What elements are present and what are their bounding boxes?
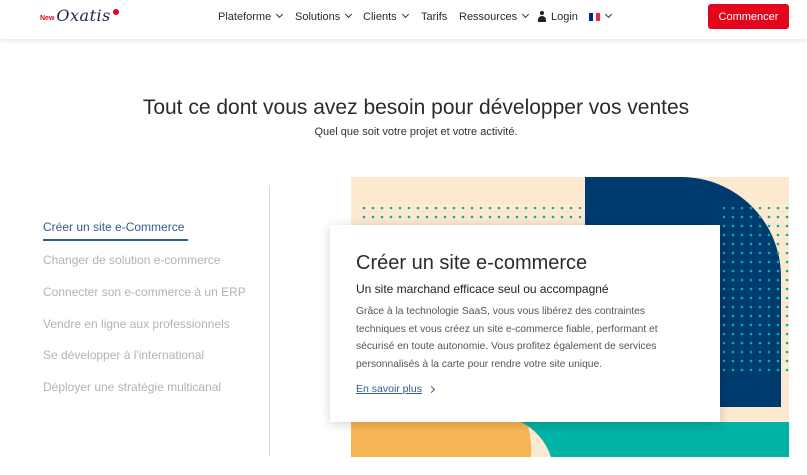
card-title: Créer un site e-commerce — [356, 252, 588, 274]
nav-label: Clients — [363, 10, 397, 23]
top-navbar: New Oxatis Plateforme Solutions Clients … — [0, 0, 807, 39]
menu-item-connecter-erp[interactable]: Connecter son e-commerce à un ERP — [43, 285, 246, 299]
menu-item-label: Déployer une stratégie multicanal — [43, 380, 222, 394]
nav-label: Solutions — [295, 10, 341, 23]
menu-item-label: Connecter son e-commerce à un ERP — [43, 285, 246, 299]
feature-card: Créer un site e-commerce Un site marchan… — [330, 225, 720, 422]
menu-item-multicanal[interactable]: Déployer une stratégie multicanal — [43, 380, 221, 394]
user-icon — [537, 11, 547, 22]
nav-label: Ressources — [459, 10, 518, 23]
logo-prefix: New — [40, 15, 55, 22]
chevron-down-icon — [345, 10, 353, 19]
start-button[interactable]: Commencer — [708, 4, 789, 29]
menu-item-label: Vendre en ligne aux professionnels — [43, 317, 230, 331]
nav-label: Tarifs — [421, 10, 448, 23]
logo-heart-icon — [113, 9, 119, 15]
menu-item-creer-site[interactable]: Créer un site e-Commerce — [43, 220, 188, 241]
nav-label: Plateforme — [218, 10, 272, 23]
menu-item-label: Se développer à l'international — [43, 348, 205, 362]
menu-divider — [269, 186, 270, 456]
chevron-down-icon — [401, 10, 409, 19]
menu-item-international[interactable]: Se développer à l'international — [43, 348, 204, 362]
chevron-right-icon — [427, 385, 435, 393]
menu-item-changer-solution[interactable]: Changer de solution e-commerce — [43, 253, 220, 267]
nav-plateforme[interactable]: Plateforme — [218, 0, 284, 33]
active-underline — [43, 239, 188, 241]
page-subtitle: Quel que soit votre projet et votre acti… — [314, 126, 518, 138]
chevron-down-icon — [522, 10, 530, 19]
learn-more-link[interactable]: En savoir plus — [356, 383, 435, 395]
learn-more-label: En savoir plus — [356, 383, 422, 395]
menu-item-vendre-pro[interactable]: Vendre en ligne aux professionnels — [43, 317, 230, 331]
page-title: Tout ce dont vous avez besoin pour dével… — [142, 96, 690, 119]
login-link[interactable]: Login — [537, 0, 578, 33]
chevron-down-icon — [276, 10, 284, 19]
login-label: Login — [551, 10, 578, 23]
card-subtitle: Un site marchand efficace seul ou accomp… — [356, 282, 609, 296]
french-flag-icon — [589, 12, 601, 21]
chevron-down-icon — [604, 10, 613, 19]
nav-ressources[interactable]: Ressources — [459, 0, 530, 33]
nav-tarifs[interactable]: Tarifs — [421, 0, 447, 33]
menu-item-label: Changer de solution e-commerce — [43, 253, 221, 267]
menu-item-label: Créer un site e-Commerce — [43, 220, 185, 234]
nav-solutions[interactable]: Solutions — [295, 0, 353, 33]
nav-clients[interactable]: Clients — [363, 0, 409, 33]
logo-name: Oxatis — [56, 6, 111, 25]
card-description: Grâce à la technologie SaaS, vous vous l… — [356, 306, 658, 370]
language-selector[interactable] — [589, 0, 613, 33]
oxatis-logo[interactable]: New Oxatis — [40, 6, 119, 30]
